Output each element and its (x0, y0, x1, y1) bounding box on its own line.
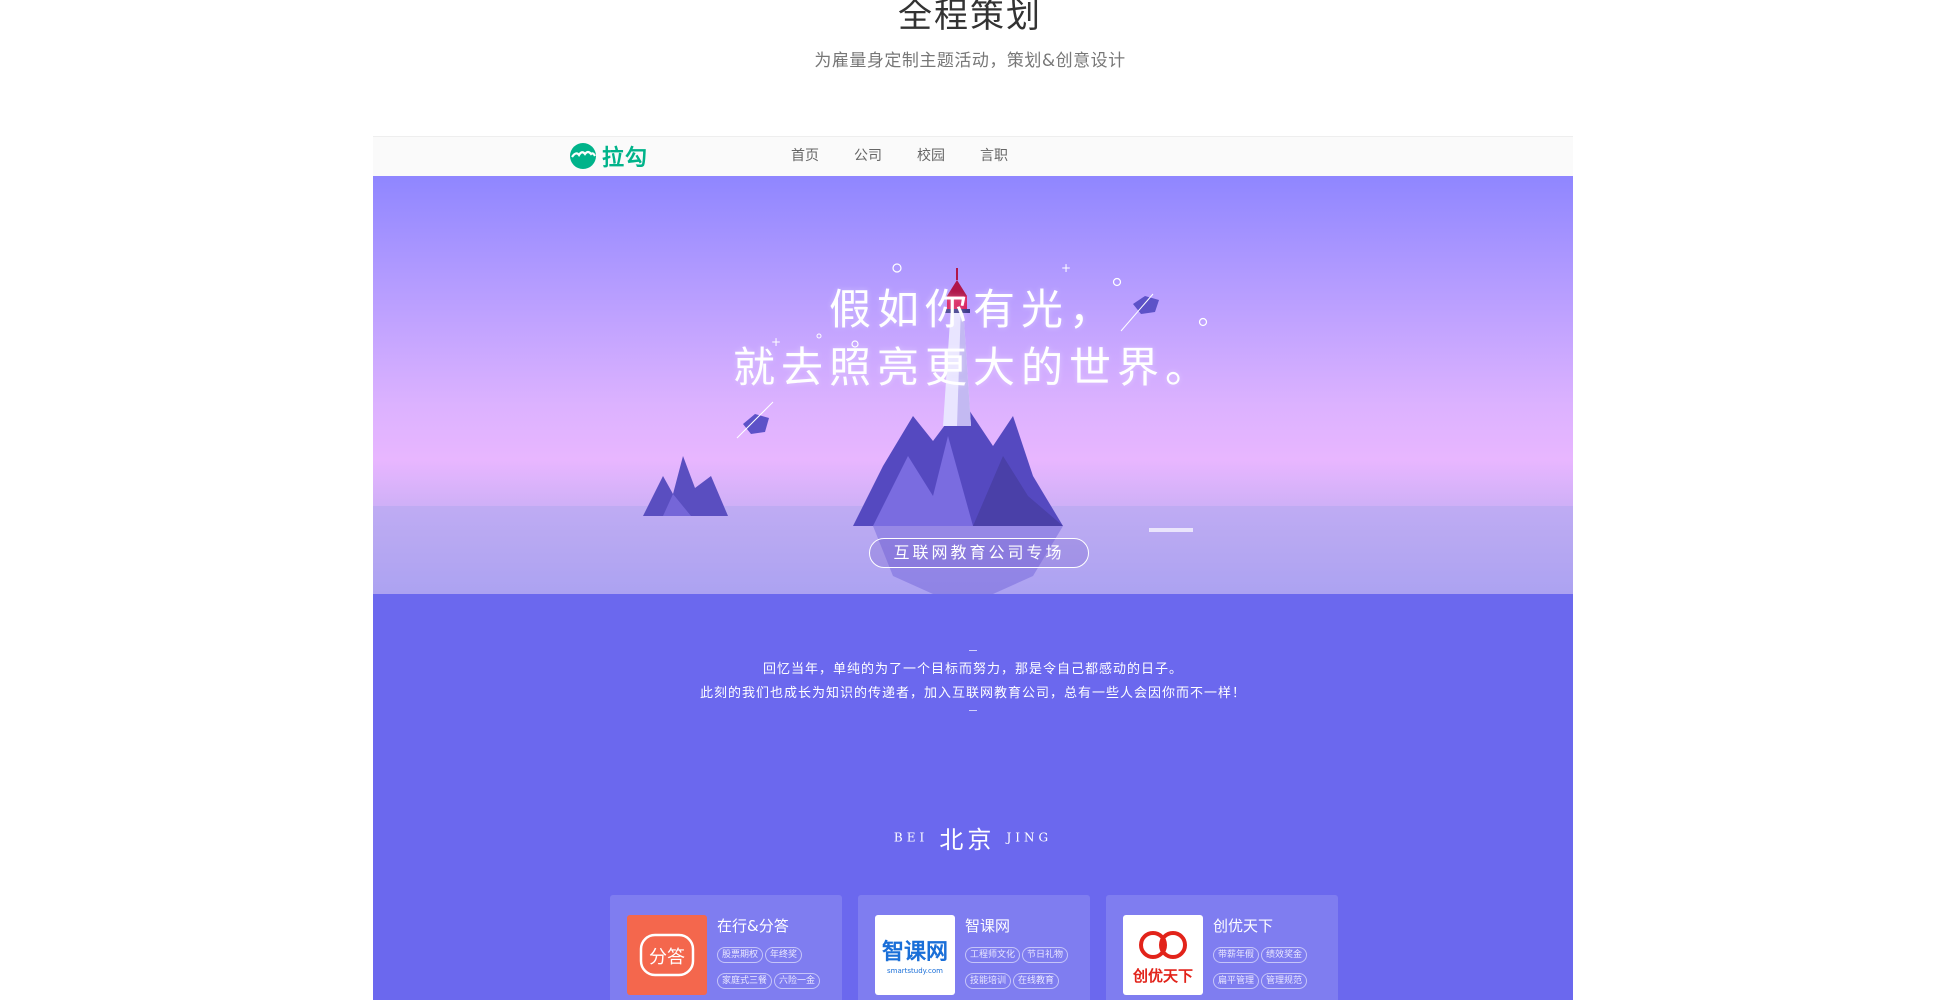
tag: 扁平管理 (1213, 973, 1260, 989)
nav-menu: 首页 公司 校园 言职 (791, 137, 1043, 176)
campaign-page-preview: 拉勾 首页 公司 校园 言职 + + 假如你有光， 就去照亮更大的世界。 互联网… (373, 136, 1573, 1000)
top-navbar: 拉勾 首页 公司 校园 言职 (373, 136, 1573, 177)
tag: 管理规范 (1261, 973, 1308, 989)
company-logo: 创优天下 (1123, 915, 1203, 995)
hero-banner: + + 假如你有光， 就去照亮更大的世界。 互联网教育公司专场 (373, 176, 1573, 594)
smartstudy-logo-icon: 智课网 smartstudy.com (882, 939, 948, 975)
tag: 绩效奖金 (1261, 947, 1308, 963)
company-tags: 工程师文化 节日礼物技能培训 在线教育 (965, 942, 1085, 994)
nav-item-home[interactable]: 首页 (791, 137, 819, 176)
company-name: 在行&分答 (717, 917, 789, 935)
tag: 技能培训 (965, 973, 1012, 989)
chuangyou-logo-icon: 创优天下 (1132, 931, 1193, 985)
divider-dash-top (969, 650, 977, 651)
hero-badge[interactable]: 互联网教育公司专场 (869, 538, 1089, 568)
tag: 带薪年假 (1213, 947, 1260, 963)
nav-item-speech[interactable]: 言职 (980, 137, 1008, 176)
company-card[interactable]: 创优天下 创优天下 带薪年假 绩效奖金扁平管理 管理规范 (1106, 895, 1338, 1000)
fenda-logo-icon: 分答 (639, 933, 695, 977)
city-heading: BEI 北京 JING (373, 820, 1573, 855)
svg-text:+: + (1061, 261, 1071, 275)
company-logo: 分答 (627, 915, 707, 995)
company-cards: 分答 在行&分答 股票期权 年终奖家庭式三餐 六险一金 智课网 smartstudy… (610, 895, 1338, 1000)
section-title: 全程策划 (898, 0, 1042, 36)
logo-text: 拉勾 (602, 146, 649, 171)
nav-item-campus[interactable]: 校园 (917, 137, 945, 176)
intro-text-line2: 此刻的我们也成长为知识的传递者，加入互联网教育公司，总有一些人会因你而不一样！ (699, 686, 1246, 701)
tag: 六险一金 (774, 973, 821, 989)
tag: 家庭式三餐 (717, 973, 773, 989)
company-tags: 带薪年假 绩效奖金扁平管理 管理规范 (1213, 942, 1333, 994)
city-cn: 北京 (939, 826, 996, 854)
section-subtitle: 为雇量身定制主题活动，策划&创意设计 (814, 51, 1126, 71)
tag: 年终奖 (765, 947, 803, 963)
divider-dash-bottom (969, 710, 977, 711)
company-card[interactable]: 智课网 smartstudy.com 智课网 工程师文化 节日礼物技能培训 在线教育 (858, 895, 1090, 1000)
tag: 节日礼物 (1022, 947, 1069, 963)
logo-subtext: smartstudy.com (887, 967, 943, 975)
company-name: 创优天下 (1213, 917, 1274, 935)
lagou-logo[interactable]: 拉勾 (569, 141, 648, 171)
city-en-left: BEI (893, 830, 929, 845)
hero-headline-line1: 假如你有光， (828, 285, 1117, 334)
logo-text: 创优天下 (1132, 967, 1193, 985)
company-tags: 股票期权 年终奖家庭式三餐 六险一金 (717, 942, 837, 994)
tag: 股票期权 (717, 947, 764, 963)
company-card[interactable]: 分答 在行&分答 股票期权 年终奖家庭式三餐 六险一金 (610, 895, 842, 1000)
lagou-logo-icon (570, 143, 596, 169)
logo-text: 分答 (649, 947, 685, 968)
nav-item-company[interactable]: 公司 (854, 137, 882, 176)
company-logo: 智课网 smartstudy.com (875, 915, 955, 995)
logo-text: 智课网 (882, 939, 948, 965)
tag: 工程师文化 (965, 947, 1021, 963)
intro-text-line1: 回忆当年，单纯的为了一个目标而努力，那是令自己都感动的日子。 (762, 662, 1183, 677)
city-en-right: JING (1006, 830, 1053, 845)
company-name: 智课网 (965, 917, 1011, 935)
tag: 在线教育 (1013, 973, 1060, 989)
hero-headline-line2: 就去照亮更大的世界。 (732, 343, 1213, 392)
